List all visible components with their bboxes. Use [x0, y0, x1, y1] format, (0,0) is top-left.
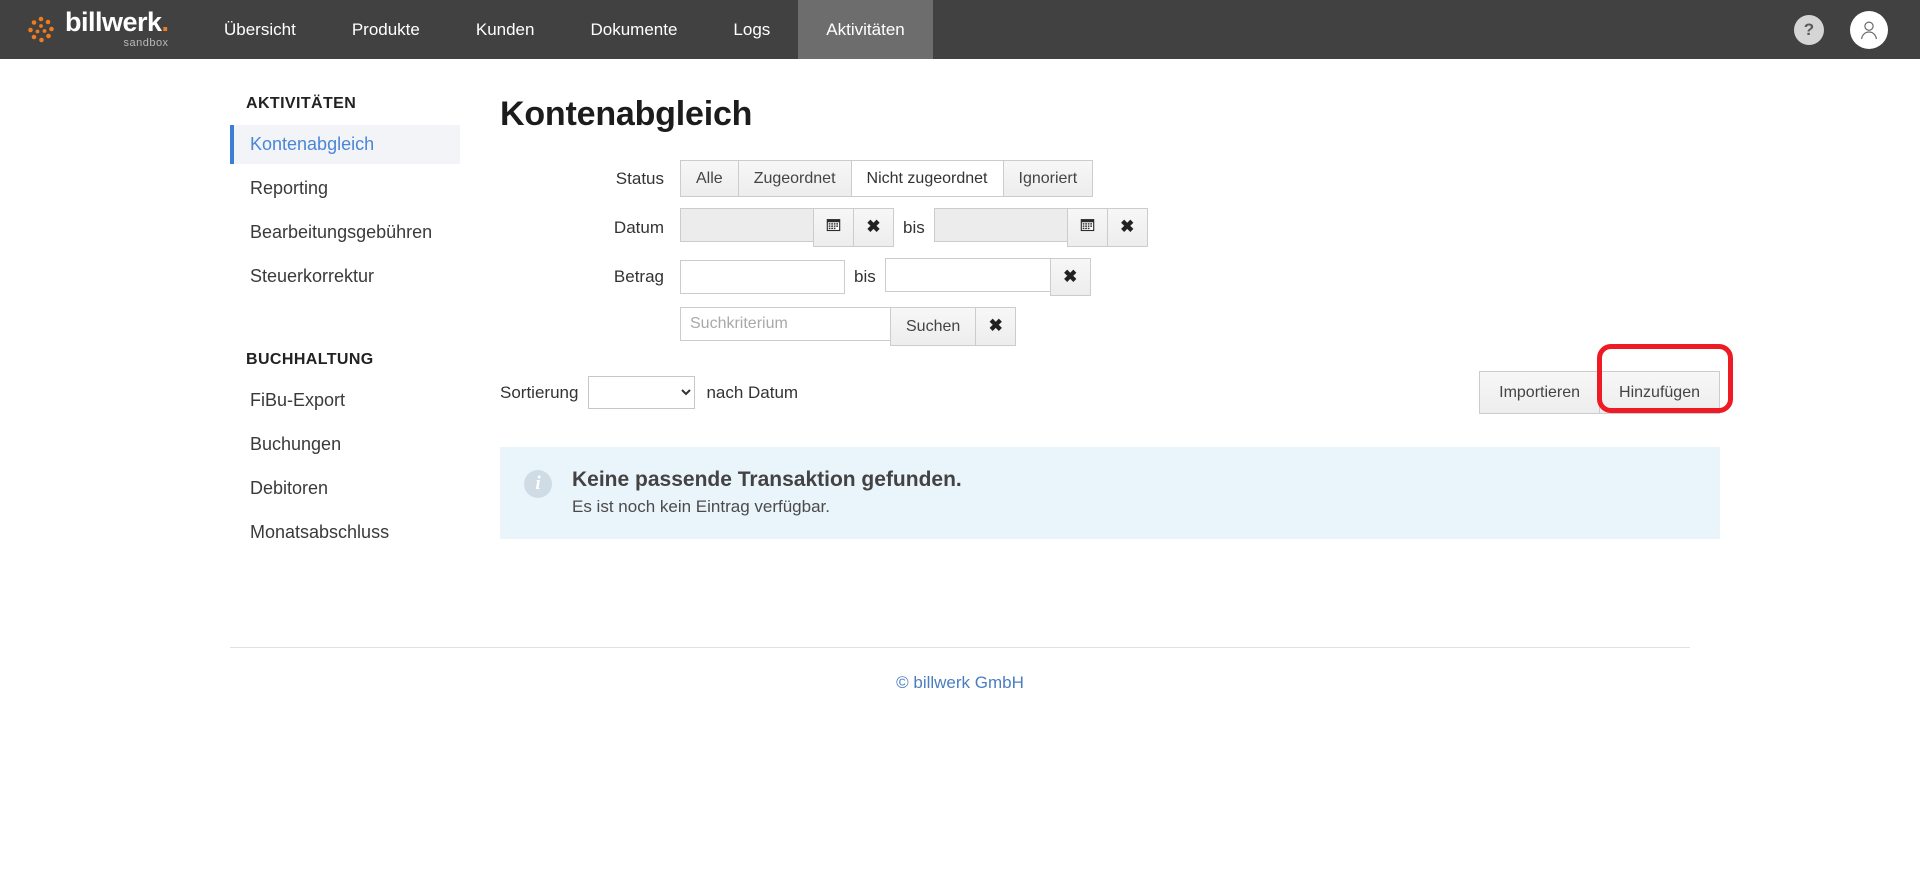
datum-from-group: ✖ [680, 208, 894, 247]
search-clear-icon[interactable]: ✖ [975, 307, 1017, 347]
sidebar-heading-buchhaltung: BUCHHALTUNG [246, 351, 374, 368]
action-button-group: Importieren Hinzufügen [1479, 344, 1733, 415]
billwerk-dots-icon [26, 15, 56, 45]
datum-from-calendar-icon[interactable] [813, 208, 854, 247]
footer: © billwerk GmbH [230, 647, 1690, 693]
nav-item-produkte[interactable]: Produkte [324, 0, 448, 59]
nav-item-logs[interactable]: Logs [705, 0, 798, 59]
brand-wordmark: billwerk. [65, 6, 170, 37]
datum-from-clear-icon[interactable]: ✖ [853, 208, 894, 247]
betrag-from-input[interactable] [680, 260, 845, 295]
status-option-nicht-zugeordnet[interactable]: Nicht zugeordnet [850, 160, 1004, 198]
betrag-to-group: ✖ [884, 257, 1091, 297]
sidebar-item-kontenabgleich[interactable]: Kontenabgleich [230, 125, 460, 164]
user-avatar[interactable] [1850, 10, 1888, 49]
brand-logo[interactable]: billwerk. sandbox [0, 0, 196, 59]
sidebar-item-bearbeitungsgebuehren[interactable]: Bearbeitungsgebühren [230, 213, 460, 252]
datum-between-label: bis [903, 217, 925, 237]
sidebar: AKTIVITÄTEN Kontenabgleich Reporting Bea… [230, 95, 460, 557]
search-input[interactable] [680, 307, 890, 342]
sidebar-item-debitoren[interactable]: Debitoren [230, 469, 460, 508]
sidebar-item-fibu-export[interactable]: FiBu-Export [230, 381, 460, 420]
brand-dot: . [161, 6, 170, 37]
page-title: Kontenabgleich [500, 95, 753, 133]
filter-row-betrag: Betrag bis ✖ [500, 257, 1720, 297]
help-icon[interactable]: ? [1794, 14, 1824, 45]
datum-to-clear-icon[interactable]: ✖ [1106, 208, 1148, 247]
betrag-label: Betrag [613, 267, 664, 287]
info-icon: i [524, 470, 552, 499]
datum-from-input[interactable] [680, 208, 813, 243]
nav-item-dokumente[interactable]: Dokumente [562, 0, 705, 59]
sidebar-item-buchungen[interactable]: Buchungen [230, 425, 460, 464]
main-content: Kontenabgleich Status Alle Zugeordnet Ni… [460, 95, 1920, 557]
datum-to-calendar-icon[interactable] [1066, 208, 1108, 247]
suche-group: Suchen ✖ [680, 307, 1017, 347]
brand-environment-label: sandbox [123, 36, 169, 49]
nav-item-uebersicht[interactable]: Übersicht [196, 0, 324, 59]
filter-row-status: Status Alle Zugeordnet Nicht zugeordnet … [500, 160, 1720, 198]
status-label: Status [615, 168, 664, 188]
nav-item-aktivitaeten[interactable]: Aktivitäten [798, 0, 933, 59]
datum-to-group: ✖ [933, 208, 1148, 247]
footer-copyright[interactable]: © billwerk GmbH [230, 648, 1690, 693]
status-option-zugeordnet[interactable]: Zugeordnet [737, 160, 852, 198]
nav-item-kunden[interactable]: Kunden [448, 0, 563, 59]
sidebar-item-monatsabschluss[interactable]: Monatsabschluss [230, 513, 460, 552]
betrag-to-input[interactable] [884, 257, 1050, 292]
sidebar-item-reporting[interactable]: Reporting [230, 169, 460, 208]
betrag-clear-icon[interactable]: ✖ [1049, 257, 1091, 297]
sidebar-item-steuerkorrektur[interactable]: Steuerkorrektur [230, 257, 460, 296]
add-button[interactable]: Hinzufügen [1599, 371, 1720, 415]
status-button-group: Alle Zugeordnet Nicht zugeordnet Ignorie… [680, 160, 1094, 198]
main-nav: Übersicht Produkte Kunden Dokumente Logs… [196, 0, 933, 59]
sorting-suffix-label: nach Datum [706, 382, 799, 402]
sorting-label: Sortierung [500, 382, 579, 402]
filter-row-datum: Datum ✖ bis ✖ [500, 208, 1720, 247]
datum-label: Datum [613, 217, 664, 237]
filter-row-suche: Suchen ✖ [500, 307, 1720, 347]
sort-row: Sortierung nach Datum Importieren Hinzuf… [500, 344, 1733, 415]
topbar-right-actions: ? [1794, 0, 1888, 59]
sidebar-heading-aktivitaeten: AKTIVITÄTEN [246, 95, 357, 112]
page-body: AKTIVITÄTEN Kontenabgleich Reporting Bea… [0, 59, 1920, 557]
datum-to-input[interactable] [933, 208, 1067, 243]
status-option-alle[interactable]: Alle [680, 160, 739, 198]
top-navigation-bar: billwerk. sandbox Übersicht Produkte Kun… [0, 0, 1920, 59]
alert-subtitle: Es ist noch kein Eintrag verfügbar. [572, 497, 830, 517]
status-option-ignoriert[interactable]: Ignoriert [1002, 160, 1094, 198]
alert-title: Keine passende Transaktion gefunden. [572, 468, 962, 492]
sorting-select[interactable] [588, 376, 696, 410]
empty-state-alert: i Keine passende Transaktion gefunden. E… [500, 447, 1720, 540]
search-button[interactable]: Suchen [890, 307, 977, 347]
import-button[interactable]: Importieren [1479, 371, 1601, 415]
betrag-between-label: bis [854, 267, 876, 287]
